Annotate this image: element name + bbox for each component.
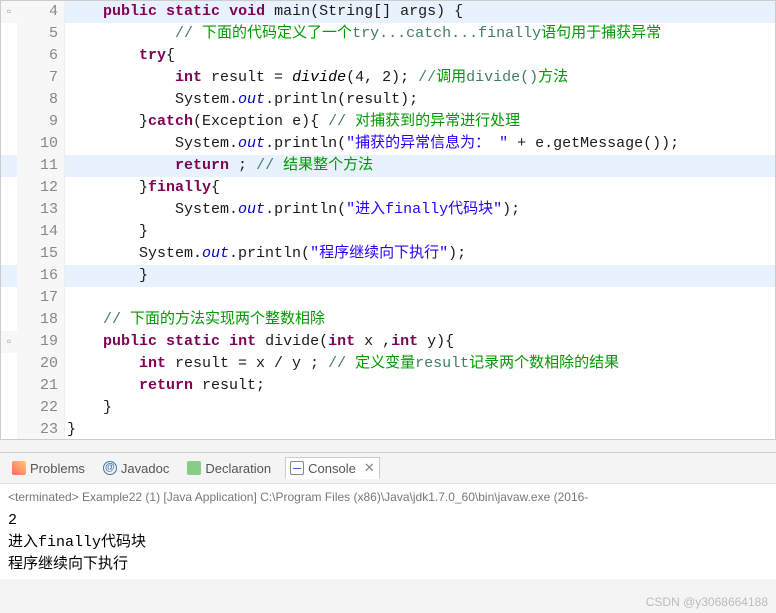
- javadoc-icon: @: [103, 461, 117, 475]
- line-number: 8: [17, 89, 65, 111]
- code-text[interactable]: }: [65, 419, 775, 440]
- line-number: 14: [17, 221, 65, 243]
- fold-marker[interactable]: ▫: [1, 331, 17, 353]
- code-line[interactable]: 7 int result = divide(4, 2); //调用divide(…: [1, 67, 775, 89]
- code-text[interactable]: System.out.println(result);: [65, 89, 775, 111]
- line-number: 4: [17, 1, 65, 23]
- code-line[interactable]: ▫19 public static int divide(int x ,int …: [1, 331, 775, 353]
- code-line[interactable]: 6 try{: [1, 45, 775, 67]
- code-text[interactable]: System.out.println("程序继续向下执行");: [65, 243, 775, 265]
- code-line[interactable]: ▫4 public static void main(String[] args…: [1, 1, 775, 23]
- line-number: 23: [17, 419, 65, 440]
- code-text[interactable]: public static void main(String[] args) {: [65, 1, 775, 23]
- line-number: 13: [17, 199, 65, 221]
- code-text[interactable]: public static int divide(int x ,int y){: [65, 331, 775, 353]
- code-text[interactable]: // 下面的代码定义了一个try...catch...finally语句用于捕获…: [65, 23, 775, 45]
- line-number: 9: [17, 111, 65, 133]
- code-text[interactable]: int result = divide(4, 2); //调用divide()方…: [65, 67, 775, 89]
- code-line[interactable]: 16 }: [1, 265, 775, 287]
- line-number: 5: [17, 23, 65, 45]
- code-text[interactable]: }: [65, 265, 775, 287]
- tab-declaration[interactable]: Declaration: [183, 459, 275, 478]
- code-line[interactable]: 5 // 下面的代码定义了一个try...catch...finally语句用于…: [1, 23, 775, 45]
- code-editor[interactable]: ▫4 public static void main(String[] args…: [0, 0, 776, 440]
- console-view: <terminated> Example22 (1) [Java Applica…: [0, 483, 776, 579]
- code-text[interactable]: // 下面的方法实现两个整数相除: [65, 309, 775, 331]
- console-output[interactable]: 2 进入finally代码块 程序继续向下执行: [8, 510, 768, 575]
- code-line[interactable]: 12 }finally{: [1, 177, 775, 199]
- tab-label: Console: [308, 461, 356, 476]
- code-line[interactable]: 14 }: [1, 221, 775, 243]
- code-text[interactable]: }: [65, 221, 775, 243]
- code-text[interactable]: return result;: [65, 375, 775, 397]
- code-line[interactable]: 15 System.out.println("程序继续向下执行");: [1, 243, 775, 265]
- code-line[interactable]: 18 // 下面的方法实现两个整数相除: [1, 309, 775, 331]
- code-line[interactable]: 21 return result;: [1, 375, 775, 397]
- tab-label: Javadoc: [121, 461, 169, 476]
- code-text[interactable]: return ; // 结果整个方法: [65, 155, 775, 177]
- line-number: 7: [17, 67, 65, 89]
- line-number: 18: [17, 309, 65, 331]
- line-number: 15: [17, 243, 65, 265]
- code-text[interactable]: }finally{: [65, 177, 775, 199]
- code-line[interactable]: 11 return ; // 结果整个方法: [1, 155, 775, 177]
- code-line[interactable]: 10 System.out.println("捕获的异常信息为： " + e.g…: [1, 133, 775, 155]
- line-number: 6: [17, 45, 65, 67]
- declaration-icon: [187, 461, 201, 475]
- line-number: 12: [17, 177, 65, 199]
- line-number: 10: [17, 133, 65, 155]
- line-number: 20: [17, 353, 65, 375]
- tab-problems[interactable]: Problems: [8, 459, 89, 478]
- code-text[interactable]: try{: [65, 45, 775, 67]
- line-number: 22: [17, 397, 65, 419]
- console-header: <terminated> Example22 (1) [Java Applica…: [8, 488, 768, 510]
- code-text[interactable]: System.out.println("进入finally代码块");: [65, 199, 775, 221]
- tab-javadoc[interactable]: @ Javadoc: [99, 459, 173, 478]
- code-line[interactable]: 8 System.out.println(result);: [1, 89, 775, 111]
- code-line[interactable]: 9 }catch(Exception e){ // 对捕获到的异常进行处理: [1, 111, 775, 133]
- console-icon: [290, 461, 304, 475]
- code-line[interactable]: 23}: [1, 419, 775, 440]
- code-line[interactable]: 13 System.out.println("进入finally代码块");: [1, 199, 775, 221]
- close-icon[interactable]: ✕: [364, 460, 375, 476]
- code-line[interactable]: 20 int result = x / y ; // 定义变量result记录两…: [1, 353, 775, 375]
- problems-icon: [12, 461, 26, 475]
- code-line[interactable]: 22 }: [1, 397, 775, 419]
- tab-label: Declaration: [205, 461, 271, 476]
- line-number: 19: [17, 331, 65, 353]
- tab-label: Problems: [30, 461, 85, 476]
- line-number: 11: [17, 155, 65, 177]
- code-text[interactable]: int result = x / y ; // 定义变量result记录两个数相…: [65, 353, 775, 375]
- code-text[interactable]: }catch(Exception e){ // 对捕获到的异常进行处理: [65, 111, 775, 133]
- line-number: 17: [17, 287, 65, 309]
- line-number: 16: [17, 265, 65, 287]
- watermark: CSDN @y3068664188: [646, 595, 768, 609]
- code-text[interactable]: }: [65, 397, 775, 419]
- views-tabbar: Problems @ Javadoc Declaration Console ✕: [0, 452, 776, 483]
- fold-marker[interactable]: ▫: [1, 1, 17, 23]
- tab-console[interactable]: Console ✕: [285, 457, 380, 479]
- code-text[interactable]: System.out.println("捕获的异常信息为： " + e.getM…: [65, 133, 775, 155]
- line-number: 21: [17, 375, 65, 397]
- code-line[interactable]: 17: [1, 287, 775, 309]
